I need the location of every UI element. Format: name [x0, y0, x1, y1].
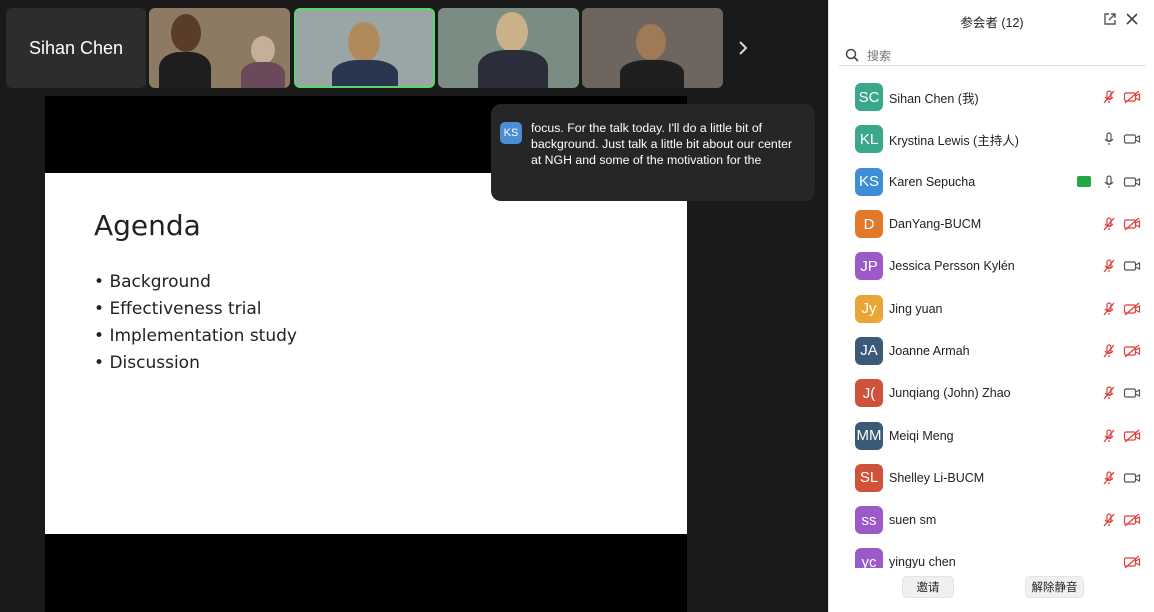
camera-off-icon	[1123, 428, 1141, 444]
camera-icon	[1123, 470, 1141, 486]
camera-off-icon	[1123, 512, 1141, 528]
mic-muted-icon	[1101, 258, 1117, 274]
participant-head	[496, 12, 528, 52]
camera-off-icon	[1123, 301, 1141, 317]
participant-name: Jing yuan	[889, 301, 943, 316]
screen-share-icon	[1077, 176, 1091, 188]
participant-list: SC Sihan Chen (我) KL Krystina Lewis (主持人) KS…	[829, 76, 1154, 568]
participant-body	[620, 60, 684, 88]
participant-name: Karen Sepucha	[889, 174, 976, 189]
participant-name: Junqiang (John) Zhao	[889, 386, 1011, 401]
participant-body	[478, 50, 548, 88]
mic-muted-icon	[1101, 89, 1117, 105]
slide-bullet: Discussion	[94, 350, 297, 377]
avatar: SL	[855, 463, 883, 492]
mic-icon	[1101, 131, 1117, 147]
video-tile[interactable]	[149, 8, 290, 88]
participant-body	[241, 62, 285, 88]
participant-row[interactable]: JP Jessica Persson Kylén	[829, 245, 1154, 287]
video-tile[interactable]	[438, 8, 579, 88]
camera-icon	[1123, 258, 1141, 274]
participant-name: Sihan Chen (我)	[889, 91, 979, 106]
slide-bullet: Implementation study	[94, 323, 297, 350]
mic-icon	[1101, 174, 1117, 190]
live-caption: KS focus. For the talk today. I'll do a …	[491, 104, 815, 201]
camera-icon	[1123, 174, 1141, 190]
participant-body	[332, 60, 398, 86]
chevron-right-icon[interactable]	[732, 36, 754, 60]
self-tile-name: Sihan Chen	[28, 37, 124, 58]
mic-muted-icon	[1101, 428, 1117, 444]
camera-icon	[1123, 131, 1141, 147]
invite-button[interactable]: 邀请	[902, 576, 954, 598]
pop-out-icon[interactable]	[1101, 10, 1119, 28]
close-icon[interactable]	[1123, 10, 1141, 28]
avatar: Jy	[855, 294, 883, 323]
avatar: JP	[855, 252, 883, 281]
participant-name: Shelley Li-BUCM	[889, 470, 985, 485]
avatar: SC	[855, 83, 883, 112]
avatar: KS	[855, 167, 883, 196]
video-tile[interactable]	[582, 8, 723, 88]
video-tile-active-speaker[interactable]	[294, 8, 435, 88]
slide-bullet: Effectiveness trial	[94, 296, 297, 323]
avatar: KL	[855, 125, 883, 154]
participant-row[interactable]: MM Meiqi Meng	[829, 414, 1154, 456]
search-bar	[839, 46, 1146, 66]
participant-row[interactable]: SL Shelley Li-BUCM	[829, 457, 1154, 499]
mic-muted-icon	[1101, 343, 1117, 359]
zoom-meeting-window: Sihan Chen Agenda Backg	[0, 0, 1154, 612]
panel-footer: 邀请 解除静音	[829, 568, 1154, 612]
participant-name: DanYang-BUCM	[889, 217, 982, 232]
participant-row[interactable]: SC Sihan Chen (我)	[829, 76, 1154, 118]
participant-name: Jessica Persson Kylén	[889, 259, 1015, 274]
self-name-tile[interactable]: Sihan Chen	[6, 8, 146, 88]
camera-off-icon	[1123, 343, 1141, 359]
slide-bullet-list: Background Effectiveness trial Implement…	[94, 269, 297, 377]
avatar: D	[855, 210, 883, 239]
avatar: MM	[855, 421, 883, 450]
presentation-slide: Agenda Background Effectiveness trial Im…	[45, 173, 687, 534]
meeting-area: Sihan Chen Agenda Backg	[0, 0, 828, 612]
camera-off-icon	[1123, 554, 1141, 568]
participant-body	[159, 52, 211, 88]
avatar: J(	[855, 379, 883, 408]
participant-head	[251, 36, 275, 64]
avatar: JA	[855, 336, 883, 365]
participant-row[interactable]: D DanYang-BUCM	[829, 203, 1154, 245]
avatar: yc	[855, 548, 883, 568]
participant-row[interactable]: ss suen sm	[829, 499, 1154, 541]
participant-row[interactable]: yc yingyu chen	[829, 541, 1154, 568]
participant-head	[348, 22, 380, 62]
participants-panel: 参会者 (12) SCSihan Chen (我)KLKrystina Lewi…	[828, 0, 1154, 612]
participant-row[interactable]: J( Junqiang (John) Zhao	[829, 372, 1154, 414]
participant-row[interactable]: JA Joanne Armah	[829, 330, 1154, 372]
participant-name: yingyu chen	[889, 555, 956, 568]
unmute-button[interactable]: 解除静音	[1025, 576, 1084, 598]
caption-text: focus. For the talk today. I'll do a lit…	[531, 121, 793, 167]
participant-name: Joanne Armah	[889, 343, 970, 358]
mic-muted-icon	[1101, 470, 1117, 486]
search-input[interactable]	[867, 48, 1127, 63]
participant-head	[636, 24, 666, 60]
participant-name: Krystina Lewis (主持人)	[889, 133, 1019, 148]
mic-muted-icon	[1101, 385, 1117, 401]
caption-speaker-avatar: KS	[500, 122, 522, 144]
slide-title: Agenda	[94, 209, 201, 242]
participant-head	[171, 14, 201, 52]
mic-muted-icon	[1101, 216, 1117, 232]
mic-muted-icon	[1101, 301, 1117, 317]
mic-muted-icon	[1101, 512, 1117, 528]
search-icon	[845, 48, 861, 64]
participant-row[interactable]: Jy Jing yuan	[829, 287, 1154, 329]
participant-row[interactable]: KL Krystina Lewis (主持人)	[829, 118, 1154, 160]
camera-off-icon	[1123, 89, 1141, 105]
camera-icon	[1123, 385, 1141, 401]
camera-off-icon	[1123, 216, 1141, 232]
avatar: ss	[855, 506, 883, 535]
participant-row[interactable]: KS Karen Sepucha	[829, 161, 1154, 203]
participant-name: Meiqi Meng	[889, 428, 954, 443]
participant-name: suen sm	[889, 513, 937, 528]
slide-bullet: Background	[94, 269, 297, 296]
